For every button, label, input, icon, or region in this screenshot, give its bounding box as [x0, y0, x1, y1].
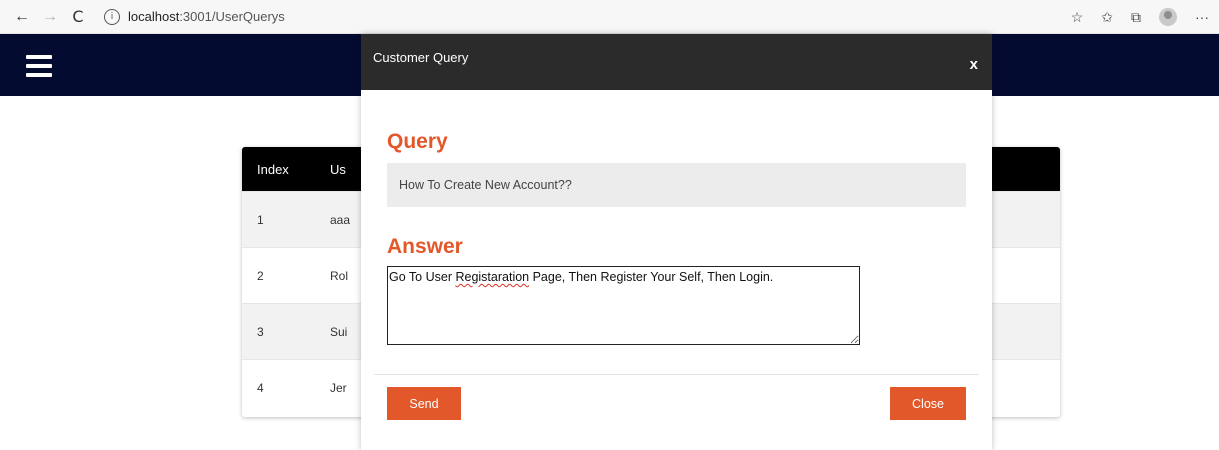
- customer-query-modal: Customer Query x Query How To Create New…: [361, 34, 992, 450]
- collections-icon[interactable]: ⧉: [1131, 9, 1141, 26]
- cell-index: 1: [257, 212, 264, 227]
- modal-header: Customer Query x: [361, 34, 992, 90]
- close-button[interactable]: Close: [890, 387, 966, 420]
- cell-index: 4: [257, 380, 264, 395]
- browser-toolbar: ← → C i localhost:3001/UserQuerys ☆ ✩ ⧉ …: [0, 0, 1219, 34]
- address-bar[interactable]: i localhost:3001/UserQuerys: [104, 8, 285, 25]
- back-icon[interactable]: ←: [8, 3, 36, 31]
- send-button[interactable]: Send: [387, 387, 461, 420]
- add-favorite-icon[interactable]: ☆: [1071, 9, 1084, 26]
- cell-index: 3: [257, 324, 264, 339]
- answer-text-misspelled: Registaration: [455, 270, 530, 284]
- modal-footer-divider: [374, 374, 979, 375]
- query-heading: Query: [387, 130, 448, 153]
- answer-text-part: Page, Then Register Your Self, Then Logi…: [529, 270, 774, 284]
- site-info-icon[interactable]: i: [104, 8, 120, 25]
- hamburger-menu-icon[interactable]: [26, 55, 52, 77]
- query-text: How To Create New Account??: [387, 163, 966, 207]
- cell-index: 2: [257, 268, 264, 283]
- modal-title: Customer Query: [373, 50, 469, 65]
- answer-text-part: Go To User: [389, 270, 456, 284]
- url-path: :3001/UserQuerys: [179, 9, 285, 24]
- reload-icon[interactable]: C: [64, 3, 92, 31]
- favorites-icon[interactable]: ✩: [1101, 9, 1113, 26]
- more-menu-icon[interactable]: ···: [1195, 9, 1209, 25]
- answer-textarea[interactable]: Go To User Registaration Page, Then Regi…: [387, 266, 860, 345]
- forward-icon[interactable]: →: [36, 3, 64, 31]
- column-header-index: Index: [257, 161, 289, 177]
- url-host: localhost: [128, 9, 180, 24]
- modal-close-icon[interactable]: x: [970, 56, 978, 73]
- answer-heading: Answer: [387, 235, 463, 258]
- profile-avatar-icon[interactable]: [1159, 8, 1177, 26]
